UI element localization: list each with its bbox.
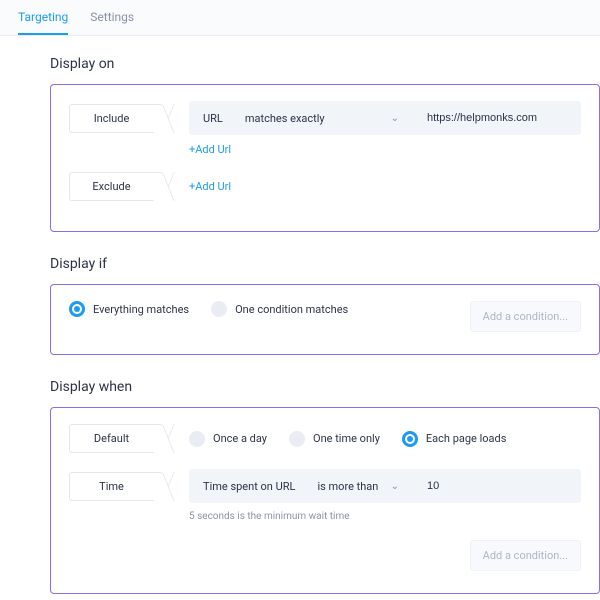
url-match-value: matches exactly: [245, 112, 325, 125]
time-operator-value: is more than: [317, 480, 378, 493]
time-condition-bar: Time spent on URL is more than ⌄: [189, 469, 581, 503]
radio-dot-icon: [189, 431, 205, 447]
time-operator-select[interactable]: is more than ⌄: [307, 480, 409, 493]
tab-bar: Targeting Settings: [0, 0, 600, 36]
section-display-when: Display when Default Once a day One time…: [50, 379, 600, 594]
url-condition-bar: URL matches exactly ⌄: [189, 101, 581, 135]
section-display-if: Display if Everything matches One condit…: [50, 256, 600, 355]
url-match-select[interactable]: matches exactly ⌄: [235, 112, 409, 125]
tab-targeting[interactable]: Targeting: [18, 10, 68, 35]
tab-settings[interactable]: Settings: [90, 10, 134, 35]
include-tag[interactable]: Include: [69, 104, 153, 133]
time-metric-label: Time spent on URL: [189, 480, 307, 493]
add-condition-button[interactable]: Add a condition...: [470, 301, 581, 332]
radio-once-a-day[interactable]: Once a day: [189, 431, 267, 447]
radio-label: One time only: [313, 432, 380, 445]
radio-each-page-loads[interactable]: Each page loads: [402, 431, 507, 447]
chevron-down-icon: ⌄: [391, 481, 399, 492]
radio-label: One condition matches: [235, 303, 348, 316]
radio-dot-icon: [211, 301, 227, 317]
url-label: URL: [189, 112, 235, 125]
radio-label: Once a day: [213, 432, 267, 445]
add-condition-button[interactable]: Add a condition...: [470, 540, 581, 571]
radio-dot-icon: [289, 431, 305, 447]
radio-dot-icon: [69, 301, 85, 317]
section-display-on: Display on Include URL matches exactly ⌄: [50, 56, 600, 232]
chevron-down-icon: ⌄: [391, 113, 399, 124]
radio-one-condition[interactable]: One condition matches: [211, 301, 348, 317]
radio-label: Everything matches: [93, 303, 189, 316]
url-value-input[interactable]: [409, 112, 581, 124]
time-value-input[interactable]: [409, 480, 581, 492]
radio-everything-matches[interactable]: Everything matches: [69, 301, 189, 317]
radio-label: Each page loads: [426, 432, 507, 445]
exclude-tag[interactable]: Exclude: [69, 172, 153, 201]
time-tag[interactable]: Time: [69, 472, 153, 501]
section-title-display-when: Display when: [50, 379, 600, 395]
add-url-link-include[interactable]: +Add Url: [189, 143, 231, 156]
add-url-link-exclude[interactable]: +Add Url: [189, 180, 231, 193]
section-title-display-if: Display if: [50, 256, 600, 272]
default-tag[interactable]: Default: [69, 424, 153, 453]
section-title-display-on: Display on: [50, 56, 600, 72]
time-hint: 5 seconds is the minimum wait time: [189, 511, 581, 522]
radio-dot-icon: [402, 431, 418, 447]
radio-one-time-only[interactable]: One time only: [289, 431, 380, 447]
